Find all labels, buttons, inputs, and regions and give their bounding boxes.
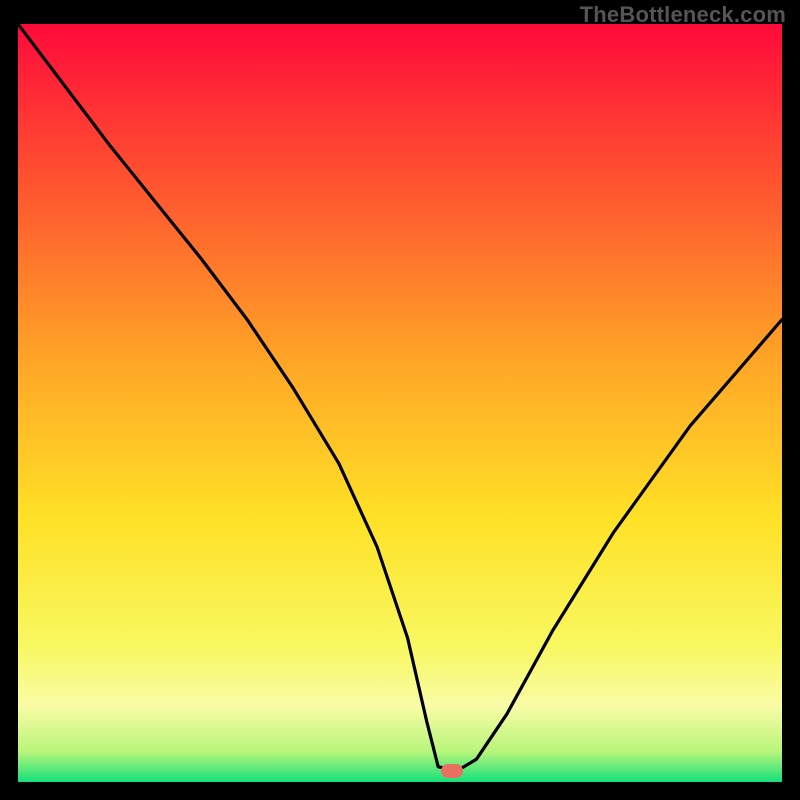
chart-frame: TheBottleneck.com bbox=[0, 0, 800, 800]
plot-area bbox=[18, 24, 782, 782]
optimum-marker bbox=[441, 764, 463, 778]
bottleneck-curve bbox=[18, 24, 782, 771]
curve-layer bbox=[18, 24, 782, 782]
credit-label: TheBottleneck.com bbox=[580, 2, 786, 28]
